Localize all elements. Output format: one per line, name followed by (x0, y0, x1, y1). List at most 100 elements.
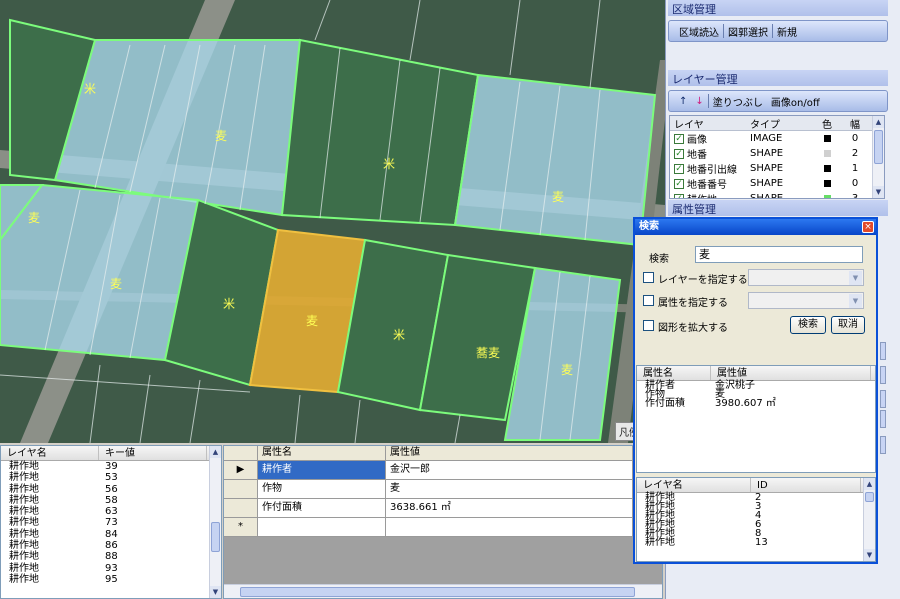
list-item[interactable]: 耕作地 95 (1, 574, 221, 585)
result-header: 属性名 属性値 (637, 366, 875, 381)
layer-width: 1 (851, 163, 859, 174)
id-list-header: レイヤ名 ID (637, 478, 875, 493)
map-view[interactable]: 米 麦 米 麦 麦 麦 米 麦 米 蕎麦 麦 凡例を表 (0, 0, 665, 443)
attr-value-cell[interactable]: 金沢一郎 (386, 461, 633, 480)
chevron-down-icon[interactable]: ▼ (849, 271, 862, 285)
scroll-up-icon[interactable]: ▲ (210, 446, 221, 458)
layer-row[interactable]: ✓ 画像 IMAGE 0 (670, 131, 884, 146)
layer-row[interactable]: ✓耕作地 SHAPE 3 (670, 191, 884, 199)
list-item[interactable]: 耕作地 88 (1, 551, 221, 562)
attr-checkbox[interactable] (643, 295, 654, 306)
table-row[interactable]: 作物 麦 (224, 480, 633, 499)
map-label: 米 (84, 82, 97, 96)
search-result-panel[interactable]: 属性名 属性値 耕作者 金沢桃子 作物麦作付面積 3980.607 ㎡ (636, 365, 876, 473)
close-icon[interactable]: × (862, 221, 874, 233)
list-item[interactable]: 耕作地 53 (1, 472, 221, 483)
list-item[interactable]: 耕作地 73 (1, 517, 221, 528)
table-row[interactable]: ▶ 耕作者 金沢一郎 (224, 461, 633, 480)
id-list-scrollbar[interactable]: ▲ ▼ (863, 478, 875, 561)
map-label: 麦 (306, 314, 319, 328)
layer-name: 耕作地 (687, 191, 717, 198)
layer-row[interactable]: ✓ 地番番号 SHAPE 0 (670, 176, 884, 191)
layer-color-swatch[interactable] (823, 135, 831, 142)
attr-value-cell[interactable]: 麦 (386, 480, 633, 499)
result-row[interactable]: 耕作者 金沢桃子 (637, 381, 875, 391)
field-wheat (453, 73, 657, 247)
attr-name-cell[interactable]: 作物 (258, 480, 386, 499)
key-list[interactable]: レイヤ名 キー値 耕作地 39 耕作地 53 耕作地 56 耕作地 58 耕作地 63 耕作地 73 耕… (0, 445, 222, 599)
layer-list[interactable]: レイヤ タイプ 色 幅 ✓ 画像 IMAGE 0 ✓ 地番 SHAPE 2 ✓ 地番引出線 SHAP… (669, 115, 885, 199)
map-label: 蕎麦 (476, 346, 501, 360)
list-item[interactable]: 耕作地 58 (1, 495, 221, 506)
list-item[interactable]: 耕作地 39 (1, 461, 221, 472)
map-label: 米 (393, 328, 406, 342)
attr-select[interactable]: ▼ (748, 292, 864, 309)
scroll-up-icon[interactable]: ▲ (873, 116, 884, 128)
layer-row[interactable]: ✓ 地番引出線 SHAPE 1 (670, 161, 884, 176)
attribute-grid-header: 属性名 属性値 (224, 446, 633, 461)
key-list-header: レイヤ名 キー値 (1, 446, 221, 461)
map-label: 麦 (28, 211, 41, 225)
layer-visible-checkbox[interactable]: ✓ (674, 133, 684, 144)
key-list-scrollbar[interactable]: ▲ ▼ (209, 446, 221, 598)
scroll-up-icon[interactable]: ▲ (864, 478, 875, 490)
layer-visible-checkbox[interactable]: ✓ (674, 163, 684, 174)
list-item[interactable]: 耕作地 86 (1, 540, 221, 551)
list-item[interactable]: 耕作地 56 (1, 484, 221, 495)
map-label: 麦 (552, 190, 565, 204)
select-sheet-button[interactable]: 図郭選択 (724, 24, 772, 39)
layer-list-header: レイヤ タイプ 色 幅 (670, 116, 884, 131)
list-item[interactable]: 耕作地 13 (637, 538, 875, 548)
layer-color-swatch[interactable] (823, 165, 831, 172)
id-list-panel[interactable]: レイヤ名 ID 耕作地 2 耕作地 3 耕作地 4 耕作地 6 耕作地 8 耕作地 13 ▲ ▼ (636, 477, 876, 562)
scroll-down-icon[interactable]: ▼ (873, 186, 884, 198)
attr-value-cell[interactable]: 3638.661 ㎡ (386, 499, 633, 518)
new-row[interactable]: * (224, 518, 633, 537)
layer-checkbox[interactable] (643, 272, 654, 283)
layer-color-swatch[interactable] (823, 195, 831, 198)
load-area-button[interactable]: 区域読込 (675, 24, 723, 39)
map-label: 米 (223, 297, 236, 311)
attr-name-cell[interactable]: 作付面積 (258, 499, 386, 518)
new-button[interactable]: 新規 (773, 24, 801, 39)
fill-button[interactable]: 塗りつぶし (709, 94, 767, 109)
layer-visible-checkbox[interactable]: ✓ (674, 193, 684, 198)
layer-visible-checkbox[interactable]: ✓ (674, 148, 684, 159)
scroll-down-icon[interactable]: ▼ (210, 586, 221, 598)
scroll-down-icon[interactable]: ▼ (864, 549, 875, 561)
map-label: 麦 (110, 277, 123, 291)
layer-list-scrollbar[interactable]: ▲ ▼ (872, 116, 884, 198)
area-section-title: 区域管理 (668, 0, 888, 16)
layer-visible-checkbox[interactable]: ✓ (674, 178, 684, 189)
cancel-button[interactable]: 取消 (831, 316, 865, 334)
layer-type: SHAPE (750, 148, 784, 159)
layer-width: 3 (851, 193, 859, 199)
layer-width: 0 (851, 178, 859, 189)
attribute-grid[interactable]: 属性名 属性値 ▶ 耕作者 金沢一郎 作物 麦 作付面積 3638.661 ㎡ … (223, 445, 663, 599)
search-dialog: 検索 × 検索 麦 レイヤーを指定する ▼ 属性を指定する ▼ 図形を拡大する … (633, 217, 878, 564)
chevron-down-icon[interactable]: ▼ (849, 294, 862, 308)
layer-row[interactable]: ✓ 地番 SHAPE 2 (670, 146, 884, 161)
search-button[interactable]: 検索 (790, 316, 826, 334)
layer-color-swatch[interactable] (823, 150, 831, 157)
dialog-title[interactable]: 検索 (635, 219, 876, 235)
layer-name: 地番番号 (687, 180, 727, 191)
attr-name-cell[interactable]: 耕作者 (258, 461, 386, 480)
result-row[interactable]: 作付面積 3980.607 ㎡ (637, 399, 875, 409)
current-row-marker: ▶ (224, 461, 258, 480)
image-toggle-button[interactable]: 画像on/off (767, 94, 824, 109)
layer-select[interactable]: ▼ (748, 269, 864, 286)
table-row[interactable]: 作付面積 3638.661 ㎡ (224, 499, 633, 518)
layer-down-arrow-icon[interactable]: ↓ (691, 96, 707, 107)
layer-color-swatch[interactable] (823, 180, 831, 187)
list-item[interactable]: 耕作地 63 (1, 506, 221, 517)
new-row-marker: * (224, 518, 258, 537)
search-input[interactable]: 麦 (695, 246, 863, 263)
layer-width: 2 (851, 148, 859, 159)
list-item[interactable]: 耕作地 93 (1, 563, 221, 574)
layer-type: SHAPE (750, 178, 784, 189)
zoom-checkbox[interactable] (643, 320, 654, 331)
layer-up-arrow-icon[interactable]: ↑ (675, 96, 691, 107)
attribute-grid-hscrollbar[interactable] (224, 584, 662, 598)
list-item[interactable]: 耕作地 84 (1, 529, 221, 540)
